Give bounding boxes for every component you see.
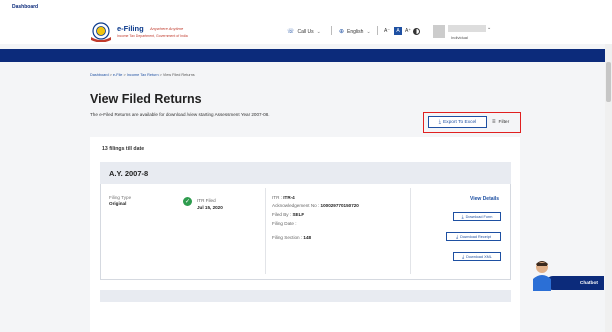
breadcrumb-current: View Filed Returns [162, 73, 195, 77]
ack-label: Acknowledgement No : [272, 203, 320, 208]
logo-department: Income Tax Department, Government of Ind… [117, 34, 188, 38]
nav-ais[interactable]: AIS [253, 0, 261, 13]
language-label: English [347, 28, 364, 35]
nav-grievances-label: Grievances [354, 3, 381, 10]
download-icon: ⤓ [438, 119, 441, 125]
chatbot-button[interactable]: Chatbot [546, 276, 604, 290]
filing-type-value: Original [109, 201, 127, 206]
chevron-down-icon: ⌄ [171, 3, 177, 10]
logo-tagline: Anywhere Anytime [150, 26, 184, 31]
download-icon: ⤓ [462, 254, 465, 259]
ack-value: 100029770150720 [320, 203, 359, 208]
view-details-link[interactable]: View Details [470, 196, 499, 202]
filter-icon: ≡ [492, 119, 496, 125]
main-nav [0, 49, 612, 62]
session-timer: Session Time 1 4 : 2 2 [461, 0, 529, 13]
globe-icon: ⊕ [339, 29, 345, 35]
nav-efile-label: e-File [75, 3, 89, 10]
breadcrumb: Dashboard > e-File > Income Tax Return >… [90, 73, 195, 77]
nav-pending-actions[interactable]: Pending Actions ⌄ [283, 0, 328, 13]
filed-by-row: Filed By : SELF [272, 212, 304, 217]
chevron-down-icon: ⌄ [90, 3, 95, 10]
breadcrumb-item[interactable]: e-File [113, 73, 123, 77]
user-role: Individual [451, 35, 468, 40]
chevron-down-icon: ⌄ [316, 28, 321, 35]
section-value: 148 [303, 235, 312, 240]
filter-button[interactable]: ≡ Filter [492, 116, 509, 128]
download-form-button[interactable]: ⤓ Download Form [453, 212, 501, 221]
language-select[interactable]: ⊕ English ⌄ [339, 28, 371, 36]
filing-date-row: Filing Date : [272, 221, 297, 226]
avatar[interactable] [433, 25, 445, 38]
filings-count: 13 filings till date [102, 146, 145, 152]
breadcrumb-item[interactable]: Income Tax Return [127, 73, 159, 77]
font-decrease-button[interactable]: A⁻ [383, 27, 391, 35]
next-filing-header [100, 290, 511, 302]
nav-pending-label: Pending Actions [283, 3, 323, 10]
call-us-label: Call Us [297, 28, 314, 35]
download-receipt-button[interactable]: ⤓ Download Receipt [446, 232, 501, 241]
filing-section-row: Filing Section : 148 [272, 235, 311, 240]
filed-by-value: SELF [292, 212, 305, 217]
scrollbar-thumb[interactable] [606, 62, 611, 102]
download-xml-label: Download XML [466, 254, 492, 259]
nav-partners-label: Authorised Partners [121, 3, 170, 10]
divider [377, 26, 378, 35]
divider [331, 26, 332, 35]
user-name-redacted[interactable] [448, 25, 486, 32]
ack-row: Acknowledgement No : 100029770150720 [272, 203, 359, 208]
download-icon: ⤓ [456, 234, 459, 239]
phone-icon: ☏ [287, 29, 295, 35]
itr-value: ITR-4 [283, 195, 295, 200]
font-normal-button[interactable]: A [394, 27, 402, 35]
chevron-down-icon: ⌄ [366, 28, 371, 35]
nav-help[interactable]: Help [413, 0, 424, 13]
assessment-year: A.Y. 2007-8 [109, 169, 149, 178]
divider [265, 188, 266, 274]
chevron-down-icon[interactable]: ⌄ [487, 25, 491, 31]
breadcrumb-item[interactable]: Dashboard [90, 73, 109, 77]
page-title: View Filed Returns [90, 92, 202, 106]
download-form-label: Download Form [465, 214, 493, 219]
nav-grievances[interactable]: Grievances ⌄ [354, 0, 387, 13]
itr-label: ITR : [272, 195, 282, 200]
export-to-excel-button[interactable]: ⤓ Export To Excel [428, 116, 487, 128]
nav-services[interactable]: Services ⌄ [200, 0, 227, 13]
nav-authorised-partners[interactable]: Authorised Partners ⌄ [114, 0, 184, 13]
chatbot-label: Chatbot [579, 280, 598, 286]
emblem-logo-icon[interactable] [90, 22, 112, 42]
check-circle-icon: ✓ [183, 197, 192, 206]
logo-title[interactable]: e-Filing [117, 24, 144, 33]
session-label: Session Time [461, 4, 490, 9]
chevron-down-icon: ⌄ [382, 3, 388, 10]
chatbot-avatar-icon[interactable] [531, 259, 553, 291]
chevron-down-icon: ⌄ [324, 3, 329, 10]
download-receipt-label: Download Receipt [460, 234, 491, 239]
filing-type-label: Filing Type [109, 195, 132, 200]
contrast-toggle-icon[interactable] [413, 28, 420, 35]
nav-dashboard[interactable]: Dashboard [0, 0, 54, 13]
chevron-down-icon: ⌄ [222, 3, 227, 10]
filed-by-label: Filed By : [272, 212, 292, 217]
font-increase-button[interactable]: A⁺ [404, 27, 412, 35]
divider [410, 188, 411, 274]
section-label: Filing Section : [272, 235, 303, 240]
export-label: Export To Excel [442, 119, 477, 125]
page-subtitle: The e-Filed Returns are available for do… [90, 112, 270, 117]
session-value: 1 4 : 2 2 [494, 3, 529, 10]
filing-header [100, 162, 511, 184]
filing-status-date: Jul 15, 2020 [197, 205, 223, 210]
filter-label: Filter [498, 119, 510, 125]
itr-row: ITR : ITR-4 [272, 195, 295, 200]
call-us-menu[interactable]: ☏ Call Us ⌄ [287, 28, 321, 36]
download-icon: ⤓ [461, 214, 464, 219]
download-xml-button[interactable]: ⤓ Download XML [453, 252, 501, 261]
nav-efile[interactable]: e-File ⌄ [75, 0, 94, 13]
filing-status: ITR Filed [197, 198, 216, 203]
nav-services-label: Services [200, 3, 221, 10]
